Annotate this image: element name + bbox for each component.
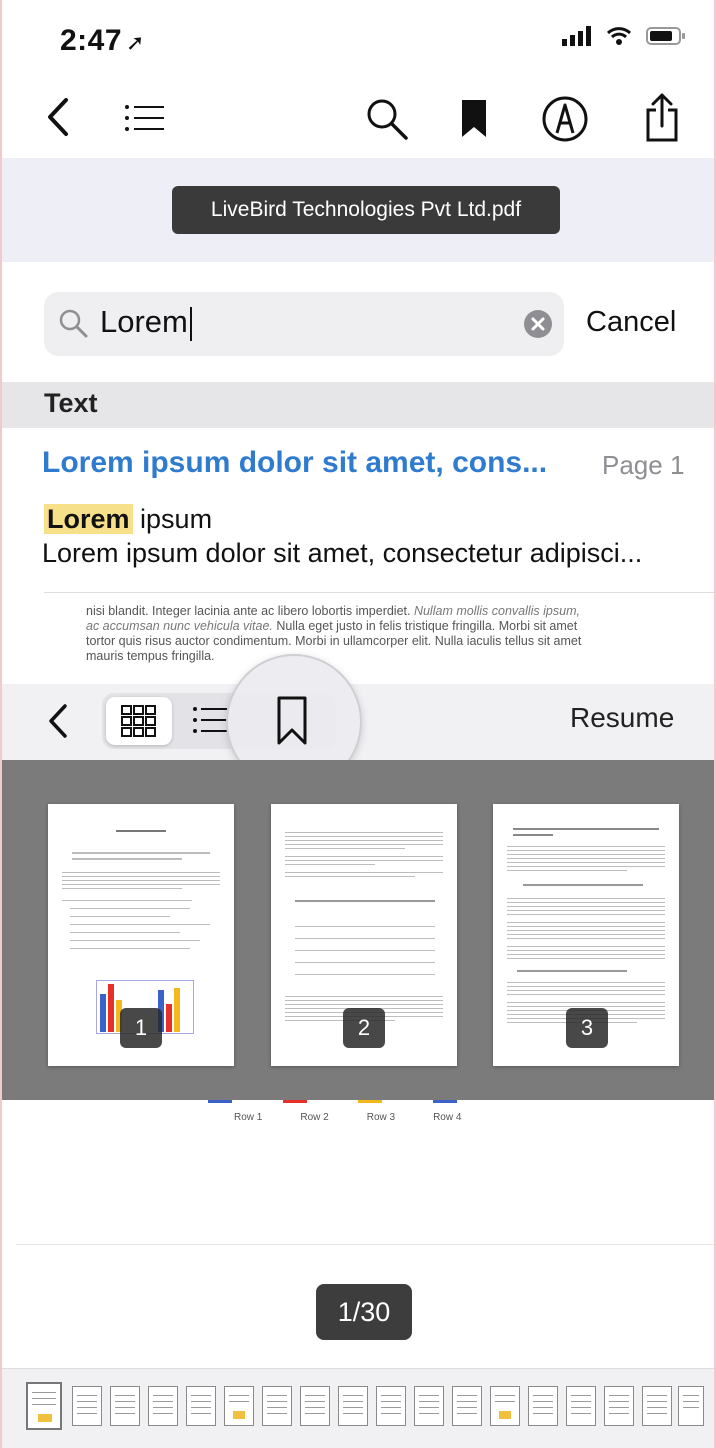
chart-remnant (208, 1100, 508, 1103)
screen: 2:47 ➚ LiveBird Technologies Pvt Ltd.pdf… (0, 0, 716, 1448)
page-edge (16, 1244, 714, 1245)
divider (44, 592, 714, 593)
search-icon[interactable] (362, 94, 412, 144)
result-title[interactable]: Lorem ipsum dolor sit amet, cons... (42, 446, 547, 480)
page-number-badge: 3 (566, 1008, 608, 1048)
top-toolbar (2, 72, 714, 162)
resume-button[interactable]: Resume (570, 702, 674, 734)
location-icon: ➚ (126, 30, 145, 55)
scrubber-page[interactable] (452, 1386, 482, 1426)
status-time: 2:47 ➚ (60, 24, 145, 57)
grid-view-icon[interactable] (106, 697, 172, 745)
result-page: Page 1 (602, 450, 685, 480)
markup-icon[interactable] (538, 92, 592, 146)
result-excerpt: Lorem ipsum dolor sit amet, consectetur … (42, 538, 643, 568)
results-section-header (2, 382, 714, 428)
list-icon[interactable] (120, 98, 168, 138)
scrubber-page[interactable] (604, 1386, 634, 1426)
scrubber-page[interactable] (72, 1386, 102, 1426)
scrubber-page[interactable] (566, 1386, 596, 1426)
scrubber-page[interactable] (642, 1386, 672, 1426)
result-match: Lorem ipsum (44, 504, 212, 535)
scrubber-page[interactable] (490, 1386, 520, 1426)
share-icon[interactable] (640, 90, 684, 146)
search-query: Lorem (100, 304, 192, 341)
scrubber-page[interactable] (224, 1386, 254, 1426)
match-highlight: Lorem (44, 504, 133, 534)
back-icon[interactable] (38, 94, 78, 140)
thumb-back-icon[interactable] (40, 698, 76, 744)
bookmark-icon[interactable] (456, 96, 492, 142)
scrubber-page[interactable] (300, 1386, 330, 1426)
file-name-label: LiveBird Technologies Pvt Ltd.pdf (172, 186, 560, 234)
scrubber-page[interactable] (414, 1386, 444, 1426)
scrubber-page[interactable] (376, 1386, 406, 1426)
scrubber-page[interactable] (338, 1386, 368, 1426)
page-number-badge: 1 (120, 1008, 162, 1048)
page-counter: 1/30 (316, 1284, 412, 1340)
scrubber-page[interactable] (678, 1386, 704, 1426)
status-icons (562, 26, 686, 46)
scrubber-page[interactable] (528, 1386, 558, 1426)
wifi-icon (606, 27, 632, 45)
bookmarks-view-icon[interactable] (270, 694, 314, 748)
cancel-button[interactable]: Cancel (586, 306, 676, 339)
text-caret (189, 306, 192, 341)
section-label: Text (44, 388, 98, 418)
battery-icon (646, 27, 685, 45)
document-text: nisi blandit. Integer lacinia ante ac li… (86, 604, 582, 663)
clear-icon[interactable] (524, 310, 552, 338)
page-number-badge: 2 (343, 1008, 385, 1048)
scrubber-page[interactable] (186, 1386, 216, 1426)
scrubber-page-current[interactable] (26, 1382, 62, 1430)
scrubber-page[interactable] (262, 1386, 292, 1426)
scrubber-page[interactable] (148, 1386, 178, 1426)
scrubber-page[interactable] (110, 1386, 140, 1426)
chart-row-labels: Row 1 Row 2 Row 3 Row 4 (234, 1112, 462, 1123)
signal-icon (562, 26, 591, 46)
search-field-icon (58, 308, 88, 343)
